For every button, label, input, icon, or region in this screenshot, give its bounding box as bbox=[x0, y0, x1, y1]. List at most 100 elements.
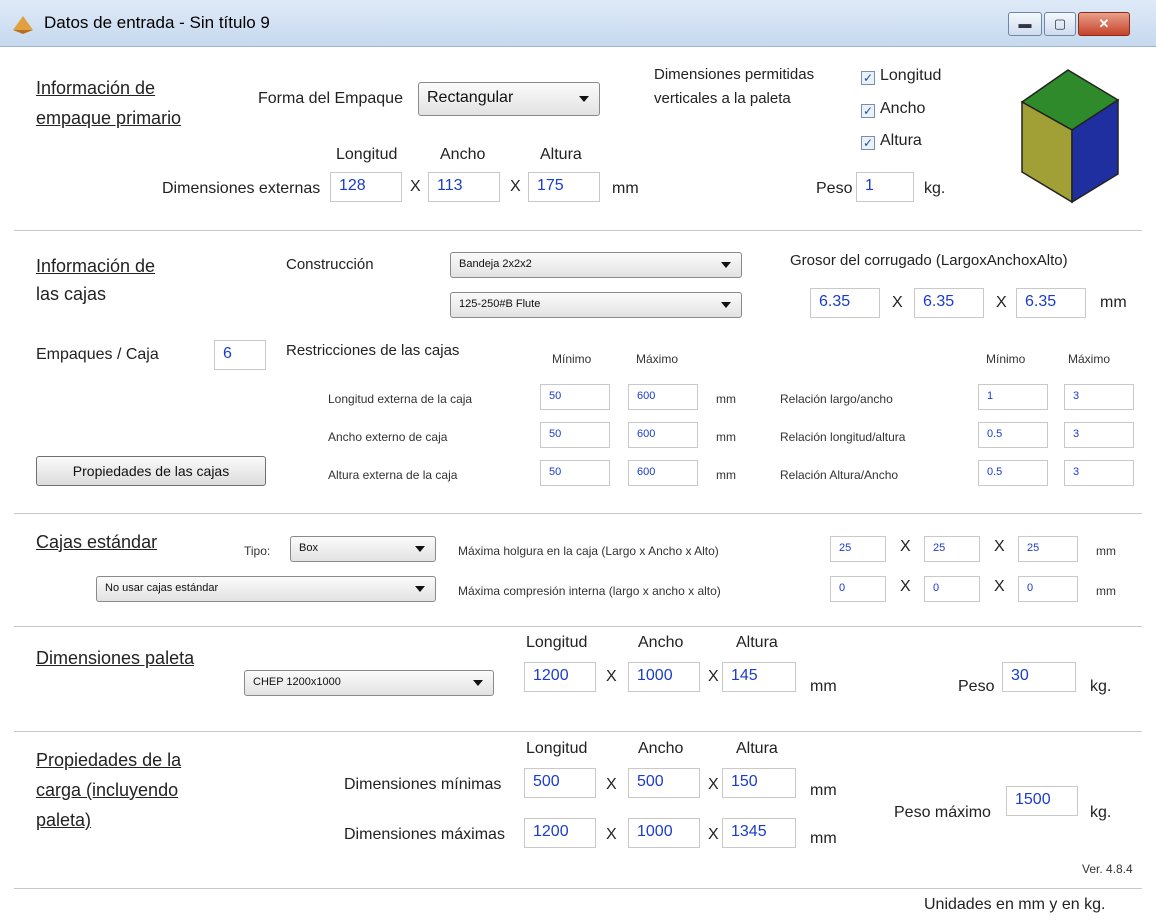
max-header: Máximo bbox=[636, 352, 679, 366]
standard-boxes-section bbox=[14, 514, 1142, 627]
box-properties-button[interactable]: Propiedades de las cajas bbox=[36, 456, 266, 486]
standard-use-select[interactable]: No usar cajas estándar bbox=[96, 576, 436, 602]
ratio-min-input[interactable]: 0.5 bbox=[978, 422, 1048, 448]
shape-select[interactable]: Rectangular bbox=[418, 82, 600, 116]
col-longitud: Longitud bbox=[526, 740, 588, 757]
unit-mm: mm bbox=[716, 468, 736, 482]
unit-mm: mm bbox=[1096, 584, 1116, 598]
restriction-max-input[interactable]: 600 bbox=[628, 460, 698, 486]
check-altura-label: Altura bbox=[880, 132, 922, 149]
ratio-max-input[interactable]: 3 bbox=[1064, 384, 1134, 410]
max-weight-label: Peso máximo bbox=[894, 804, 991, 821]
per-box-input[interactable]: 6 bbox=[214, 340, 266, 370]
ratio-max-input[interactable]: 3 bbox=[1064, 460, 1134, 486]
check-altura[interactable]: ✓ bbox=[861, 136, 875, 150]
x-sep: X bbox=[510, 178, 521, 195]
unit-mm: mm bbox=[612, 180, 639, 197]
clearance-width-input[interactable]: 25 bbox=[924, 536, 980, 562]
unit-mm: mm bbox=[1100, 294, 1127, 311]
load-title-line2: carga (incluyendo bbox=[36, 780, 179, 800]
close-button[interactable]: ✕ bbox=[1078, 12, 1130, 36]
check-ancho[interactable]: ✓ bbox=[861, 104, 875, 118]
compression-length-input[interactable]: 0 bbox=[830, 576, 886, 602]
ratio-min-header: Mínimo bbox=[986, 352, 1026, 366]
load-min-height-input[interactable]: 150 bbox=[722, 768, 796, 798]
col-longitud: Longitud bbox=[336, 146, 398, 163]
chevron-down-icon bbox=[721, 262, 731, 268]
clearance-height-input[interactable]: 25 bbox=[1018, 536, 1078, 562]
allowed-label-1: Dimensiones permitidas bbox=[654, 66, 815, 83]
pallet-width-input[interactable]: 1000 bbox=[628, 662, 700, 692]
boxes-title-line1: Información de bbox=[36, 256, 156, 276]
load-min-width-input[interactable]: 500 bbox=[628, 768, 700, 798]
clearance-length-input[interactable]: 25 bbox=[830, 536, 886, 562]
allowed-label-2: verticales a la paleta bbox=[654, 90, 791, 107]
weight-input[interactable]: 1 bbox=[856, 172, 914, 202]
thickness-width-input[interactable]: 6.35 bbox=[914, 288, 984, 318]
thickness-label: Grosor del corrugado (LargoxAnchoxAlto) bbox=[790, 252, 1068, 269]
col-altura: Altura bbox=[736, 740, 778, 757]
construction-select[interactable]: Bandeja 2x2x2 bbox=[450, 252, 742, 278]
restriction-max-input[interactable]: 600 bbox=[628, 422, 698, 448]
restrictions-label: Restricciones de las cajas bbox=[286, 342, 460, 359]
pallet-title: Dimensiones paleta bbox=[36, 648, 195, 668]
pallet-length-input[interactable]: 1200 bbox=[524, 662, 596, 692]
x-sep: X bbox=[410, 178, 421, 195]
ratio-max-header: Máximo bbox=[1068, 352, 1111, 366]
version-label: Ver. 4.8.4 bbox=[1082, 862, 1133, 876]
x-sep: X bbox=[606, 668, 617, 685]
height-input[interactable]: 175 bbox=[528, 172, 600, 202]
restriction-row-label: Ancho externo de caja bbox=[328, 430, 448, 444]
x-sep: X bbox=[606, 826, 617, 843]
maximize-button[interactable]: ▢ bbox=[1044, 12, 1076, 36]
thickness-length-input[interactable]: 6.35 bbox=[810, 288, 880, 318]
x-sep: X bbox=[708, 826, 719, 843]
app-icon bbox=[13, 16, 33, 34]
restriction-row-label: Altura externa de la caja bbox=[328, 468, 458, 482]
x-sep: X bbox=[900, 578, 911, 595]
load-max-length-input[interactable]: 1200 bbox=[524, 818, 596, 848]
chevron-down-icon bbox=[415, 586, 425, 592]
unit-mm: mm bbox=[810, 830, 837, 847]
window-title: Datos de entrada - Sin título 9 bbox=[44, 13, 270, 32]
type-select[interactable]: Box bbox=[290, 536, 436, 562]
pallet-height-input[interactable]: 145 bbox=[722, 662, 796, 692]
primary-title-line1: Información de bbox=[36, 78, 156, 98]
ratio-max-input[interactable]: 3 bbox=[1064, 422, 1134, 448]
x-sep: X bbox=[994, 578, 1005, 595]
restriction-min-input[interactable]: 50 bbox=[540, 422, 610, 448]
min-dims-label: Dimensiones mínimas bbox=[344, 776, 502, 793]
length-input[interactable]: 128 bbox=[330, 172, 402, 202]
col-ancho: Ancho bbox=[638, 634, 684, 651]
x-sep: X bbox=[900, 538, 911, 555]
unit-mm: mm bbox=[810, 678, 837, 695]
compression-width-input[interactable]: 0 bbox=[924, 576, 980, 602]
unit-mm: mm bbox=[810, 782, 837, 799]
ratio-min-input[interactable]: 0.5 bbox=[978, 460, 1048, 486]
load-max-height-input[interactable]: 1345 bbox=[722, 818, 796, 848]
flute-select[interactable]: 125-250#B Flute bbox=[450, 292, 742, 318]
pallet-weight-input[interactable]: 30 bbox=[1002, 662, 1076, 692]
load-min-length-input[interactable]: 500 bbox=[524, 768, 596, 798]
dims-label: Dimensiones externas bbox=[162, 180, 321, 197]
ratio-min-input[interactable]: 1 bbox=[978, 384, 1048, 410]
pallet-select[interactable]: CHEP 1200x1000 bbox=[244, 670, 494, 696]
min-header: Mínimo bbox=[552, 352, 592, 366]
compression-height-input[interactable]: 0 bbox=[1018, 576, 1078, 602]
ratio-label: Relación Altura/Ancho bbox=[780, 468, 899, 482]
max-dims-label: Dimensiones máximas bbox=[344, 826, 505, 843]
minimize-button[interactable]: ▬ bbox=[1008, 12, 1042, 36]
pallet-weight-label: Peso bbox=[958, 678, 995, 695]
col-altura: Altura bbox=[540, 146, 582, 163]
width-input[interactable]: 113 bbox=[428, 172, 500, 202]
x-sep: X bbox=[708, 668, 719, 685]
weight-label: Peso bbox=[816, 180, 853, 197]
restriction-min-input[interactable]: 50 bbox=[540, 384, 610, 410]
x-sep: X bbox=[996, 294, 1007, 311]
max-weight-input[interactable]: 1500 bbox=[1006, 786, 1078, 816]
restriction-max-input[interactable]: 600 bbox=[628, 384, 698, 410]
load-max-width-input[interactable]: 1000 bbox=[628, 818, 700, 848]
thickness-height-input[interactable]: 6.35 bbox=[1016, 288, 1086, 318]
restriction-min-input[interactable]: 50 bbox=[540, 460, 610, 486]
check-longitud[interactable]: ✓ bbox=[861, 71, 875, 85]
